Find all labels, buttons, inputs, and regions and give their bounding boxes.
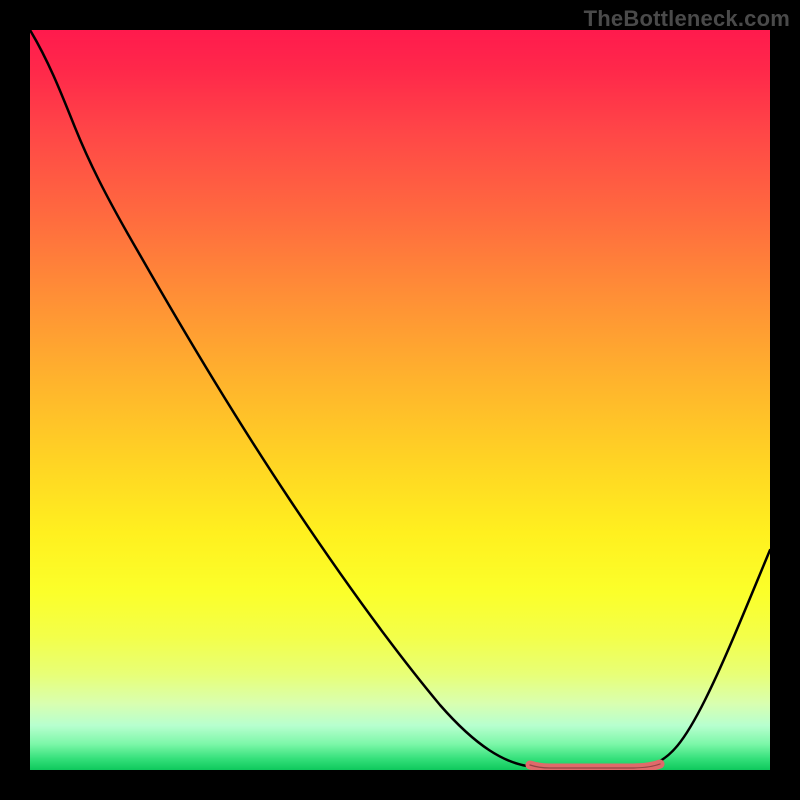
watermark-label: TheBottleneck.com — [584, 6, 790, 32]
curve-svg — [30, 30, 770, 770]
chart-frame: TheBottleneck.com — [0, 0, 800, 800]
bottleneck-curve — [30, 30, 770, 767]
bottleneck-curve-over-highlight — [530, 764, 660, 768]
optimal-range-highlight — [530, 764, 660, 768]
plot-area — [30, 30, 770, 770]
